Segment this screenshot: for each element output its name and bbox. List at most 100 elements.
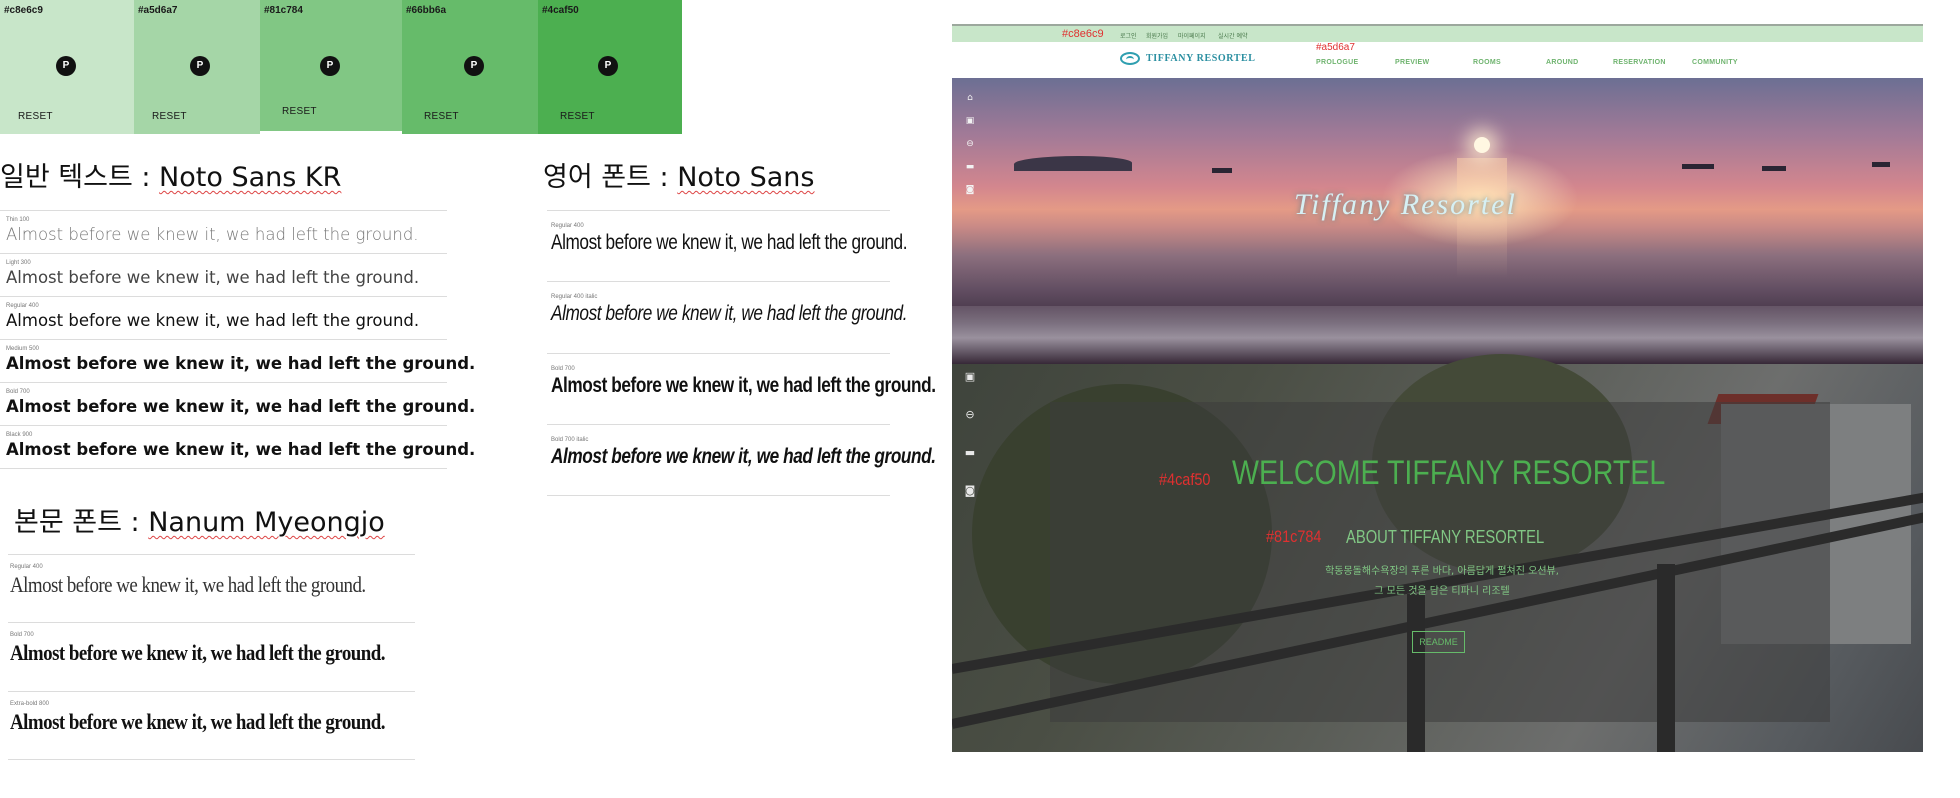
swatch-hex-label: #66bb6a [406, 5, 447, 16]
reset-button[interactable]: RESET [18, 111, 53, 122]
sample-thin-100: Thin 100 Almost before we knew it, we ha… [6, 217, 419, 244]
reset-button[interactable]: RESET [282, 106, 317, 117]
swatch-66bb6a: #66bb6a P RESET [402, 0, 538, 134]
weight-label: Regular 400 [551, 223, 584, 229]
swatch-81c784: #81c784 P RESET [260, 0, 402, 131]
sample-text: Almost before we knew it, we had left th… [551, 445, 936, 468]
menu-community[interactable]: COMMUNITY [1692, 59, 1738, 66]
image-icon[interactable]: ▣ [963, 370, 977, 384]
car-icon[interactable]: ▬ [963, 446, 977, 460]
camera-icon[interactable]: ◙ [963, 484, 977, 498]
boat [1872, 162, 1890, 167]
sample-light-300: Light 300 Almost before we knew it, we h… [6, 260, 419, 287]
sample-bold-700: Bold 700 Almost before we knew it, we ha… [10, 632, 446, 666]
sample-bold-700-italic: Bold 700 italic Almost before we knew it… [551, 437, 1020, 469]
color-note: #4caf50 [1159, 470, 1211, 489]
weight-label: Light 300 [6, 260, 31, 266]
weight-label: Regular 400 italic [551, 294, 598, 300]
sample-text: Almost before we knew it, we had left th… [551, 374, 936, 397]
mypage-link[interactable]: 마이페이지 [1178, 31, 1206, 40]
nav-bar: #a5d6a7 TIFFANY RESORTEL PROLOGUE PREVIE… [952, 42, 1923, 78]
logo-text: TIFFANY RESORTEL [1146, 53, 1256, 64]
heading-prefix: 일반 텍스트 : [0, 162, 160, 193]
railing-post [1407, 594, 1425, 752]
home-icon[interactable]: ⌂ [964, 92, 976, 104]
top-bar: #c8e6c9 로그인 회원가입 마이페이지 실시간 예약 [952, 24, 1923, 42]
sample-black-900: Black 900 Almost before we knew it, we h… [6, 432, 475, 459]
sample-text: Almost before we knew it, we had left th… [6, 354, 476, 373]
reset-button[interactable]: RESET [424, 111, 459, 122]
pin-icon[interactable]: P [190, 56, 210, 76]
pin-icon[interactable]: P [56, 56, 76, 76]
weight-label: Regular 400 [10, 564, 43, 570]
swatch-hex-label: #4caf50 [542, 5, 579, 16]
divider [0, 339, 447, 340]
sample-text: Almost before we knew it, we had left th… [10, 709, 386, 734]
weight-label: Bold 700 [10, 632, 34, 638]
logo-icon [1120, 52, 1140, 65]
welcome-section: ▣ ⊖ ▬ ◙ #4caf50 WELCOME TIFFANY RESORTEL… [952, 354, 1923, 752]
car-icon[interactable]: ▬ [964, 161, 976, 173]
divider [0, 253, 447, 254]
sample-medium-500: Medium 500 Almost before we knew it, we … [6, 346, 475, 373]
lock-icon[interactable]: ⊖ [964, 138, 976, 150]
reservation-link[interactable]: 실시간 예약 [1218, 31, 1248, 40]
login-link[interactable]: 로그인 [1120, 31, 1137, 40]
image-icon[interactable]: ▣ [964, 115, 976, 127]
description-line: 그 모든 것을 담은 티파니 리조텔 [1374, 586, 1510, 597]
hero-title: Tiffany Resortel [1294, 188, 1517, 221]
sample-text: Almost before we knew it, we had left th… [6, 268, 420, 287]
heading-nanum-myeongjo: 본문 폰트 : Nanum Myeongjo [14, 500, 385, 539]
waves [952, 306, 1923, 364]
heading-noto-sans: 영어 폰트 : Noto Sans [543, 155, 815, 194]
sample-text: Almost before we knew it, we had left th… [6, 440, 476, 459]
divider [0, 425, 447, 426]
sample-text: Almost before we knew it, we had left th… [551, 302, 908, 325]
pin-icon[interactable]: P [320, 56, 340, 76]
description-line: 학동몽돌해수욕장의 푸른 바다, 아름답게 펼쳐진 오션뷰, [1325, 566, 1559, 577]
lock-icon[interactable]: ⊖ [963, 408, 977, 422]
menu-rooms[interactable]: ROOMS [1473, 59, 1501, 66]
font-name: Noto Sans KR [159, 162, 342, 193]
menu-around[interactable]: AROUND [1546, 59, 1579, 66]
color-note: #81c784 [1266, 527, 1322, 546]
sample-text: Almost before we knew it, we had left th… [6, 225, 419, 244]
sample-text: Almost before we knew it, we had left th… [6, 397, 476, 416]
divider [0, 382, 447, 383]
signup-link[interactable]: 회원가입 [1146, 31, 1168, 40]
island [1014, 156, 1132, 171]
boat [1212, 168, 1232, 173]
divider [547, 281, 890, 282]
swatch-4caf50: #4caf50 P RESET [538, 0, 682, 134]
readme-button[interactable]: README [1412, 631, 1465, 653]
divider [8, 691, 415, 692]
swatch-hex-label: #81c784 [264, 5, 303, 16]
divider [547, 495, 890, 496]
divider [0, 210, 447, 211]
reset-button[interactable]: RESET [152, 111, 187, 122]
swatch-a5d6a7: #a5d6a7 P RESET [134, 0, 260, 134]
menu-prologue[interactable]: PROLOGUE [1316, 59, 1358, 66]
sample-bold-700: Bold 700 Almost before we knew it, we ha… [551, 366, 1020, 398]
font-name: Nanum Myeongjo [148, 507, 385, 538]
about-title: ABOUT TIFFANY RESORTEL [1346, 527, 1545, 547]
sample-regular-400-italic: Regular 400 italic Almost before we knew… [551, 294, 985, 326]
divider [8, 554, 415, 555]
pin-icon[interactable]: P [598, 56, 618, 76]
menu-preview[interactable]: PREVIEW [1395, 59, 1429, 66]
swatch-hex-label: #c8e6c9 [4, 5, 43, 16]
hero-sunset-image: Tiffany Resortel ⌂ ▣ ⊖ ▬ ◙ [952, 78, 1923, 364]
divider [8, 759, 415, 760]
heading-prefix: 본문 폰트 : [14, 507, 149, 538]
camera-icon[interactable]: ◙ [964, 184, 976, 196]
sun [1474, 137, 1490, 153]
boat [1682, 164, 1714, 169]
about-description: 학동몽돌해수욕장의 푸른 바다, 아름답게 펼쳐진 오션뷰, 그 모든 것을 담… [1252, 562, 1632, 602]
menu-reservation[interactable]: RESERVATION [1613, 59, 1666, 66]
sample-text: Almost before we knew it, we had left th… [551, 231, 908, 254]
reset-button[interactable]: RESET [560, 111, 595, 122]
pin-icon[interactable]: P [464, 56, 484, 76]
sample-text: Almost before we knew it, we had left th… [10, 572, 366, 597]
welcome-title: WELCOME TIFFANY RESORTEL [1232, 454, 1666, 492]
site-logo[interactable]: TIFFANY RESORTEL [1120, 52, 1256, 65]
